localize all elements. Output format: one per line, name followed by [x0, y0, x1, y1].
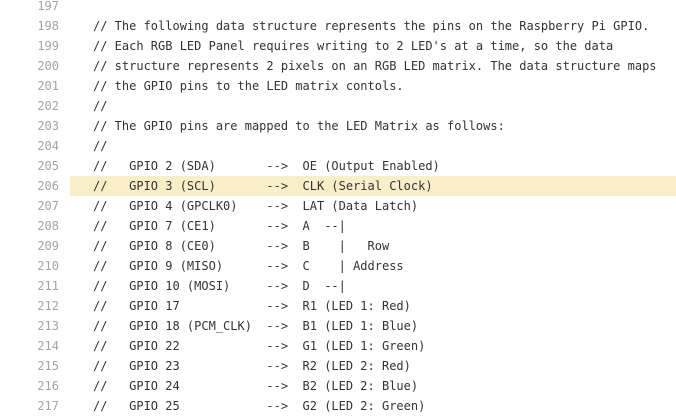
code-line: 204 // — [0, 136, 676, 156]
line-code: // GPIO 17 --> R1 (LED 1: Red) — [93, 299, 411, 313]
code-line: 200 // structure represents 2 pixels on a… — [0, 56, 676, 76]
line-number[interactable]: 202 — [0, 96, 59, 116]
line-code: // The following data structure represen… — [93, 19, 650, 33]
code-line: 202 // — [0, 96, 676, 116]
line-code: // GPIO 7 (CE1) --> A --| — [93, 219, 346, 233]
code-line: 216 // GPIO 24 --> B2 (LED 2: Blue) — [0, 376, 676, 396]
line-number[interactable]: 201 — [0, 76, 59, 96]
code-line: 212 // GPIO 17 --> R1 (LED 1: Red) — [0, 296, 676, 316]
code-line: 210 // GPIO 9 (MISO) --> C | Address — [0, 256, 676, 276]
line-code: // GPIO 8 (CE0) --> B | Row — [93, 239, 390, 253]
line-code: // the GPIO pins to the LED matrix conto… — [93, 79, 404, 93]
line-code: // Each RGB LED Panel requires writing t… — [93, 39, 614, 53]
line-number[interactable]: 216 — [0, 376, 59, 396]
line-number[interactable]: 213 — [0, 316, 59, 336]
line-code: // — [93, 99, 108, 113]
code-line: 201 // the GPIO pins to the LED matrix co… — [0, 76, 676, 96]
code-line: 198 // The following data structure repre… — [0, 16, 676, 36]
line-code: // The GPIO pins are mapped to the LED M… — [93, 119, 505, 133]
line-number[interactable]: 207 — [0, 196, 59, 216]
line-number[interactable]: 204 — [0, 136, 59, 156]
line-number[interactable]: 205 — [0, 156, 59, 176]
line-code: // structure represents 2 pixels on an R… — [93, 59, 657, 73]
line-code: // GPIO 10 (MOSI) --> D --| — [93, 279, 346, 293]
line-number[interactable]: 203 — [0, 116, 59, 136]
line-number[interactable]: 212 — [0, 296, 59, 316]
code-line: 197 — [0, 0, 676, 16]
code-line: 217 // GPIO 25 --> G2 (LED 2: Green) — [0, 396, 676, 416]
line-code: // GPIO 24 --> B2 (LED 2: Blue) — [93, 379, 419, 393]
line-number[interactable]: 197 — [0, 0, 59, 16]
line-number[interactable]: 210 — [0, 256, 59, 276]
line-number[interactable]: 211 — [0, 276, 59, 296]
line-code: // GPIO 4 (GPCLK0) --> LAT (Data Latch) — [93, 199, 419, 213]
line-number[interactable]: 214 — [0, 336, 59, 356]
line-code: // GPIO 22 --> G1 (LED 1: Green) — [93, 339, 426, 353]
code-line: 209 // GPIO 8 (CE0) --> B | Row — [0, 236, 676, 256]
line-code: // GPIO 3 (SCL) --> CLK (Serial Clock) — [93, 179, 433, 193]
code-line: 214 // GPIO 22 --> G1 (LED 1: Green) — [0, 336, 676, 356]
code-view: 197 198 // The following data structure re… — [0, 0, 676, 416]
code-line: 211 // GPIO 10 (MOSI) --> D --| — [0, 276, 676, 296]
line-code: // GPIO 18 (PCM_CLK) --> B1 (LED 1: Blue… — [93, 319, 419, 333]
code-line: 208 // GPIO 7 (CE1) --> A --| — [0, 216, 676, 236]
line-number[interactable]: 208 — [0, 216, 59, 236]
code-line: 199 // Each RGB LED Panel requires writin… — [0, 36, 676, 56]
code-line: 203 // The GPIO pins are mapped to the LE… — [0, 116, 676, 136]
line-code: // GPIO 2 (SDA) --> OE (Output Enabled) — [93, 159, 440, 173]
line-code: // GPIO 9 (MISO) --> C | Address — [93, 259, 404, 273]
line-code: // GPIO 23 --> R2 (LED 2: Red) — [93, 359, 411, 373]
code-line: 205 // GPIO 2 (SDA) --> OE (Output Enable… — [0, 156, 676, 176]
line-number[interactable]: 199 — [0, 36, 59, 56]
line-code: // — [93, 139, 108, 153]
line-number[interactable]: 215 — [0, 356, 59, 376]
code-line: 213 // GPIO 18 (PCM_CLK) --> B1 (LED 1: B… — [0, 316, 676, 336]
line-number[interactable]: 200 — [0, 56, 59, 76]
line-number[interactable]: 198 — [0, 16, 59, 36]
line-number[interactable]: 209 — [0, 236, 59, 256]
line-number[interactable]: 217 — [0, 396, 59, 416]
line-code: // GPIO 25 --> G2 (LED 2: Green) — [93, 399, 426, 413]
code-line: 207 // GPIO 4 (GPCLK0) --> LAT (Data Latc… — [0, 196, 676, 216]
highlighted-code-line: 206// GPIO 3 (SCL) --> CLK (Serial Clock… — [37, 176, 676, 196]
code-line: 215 // GPIO 23 --> R2 (LED 2: Red) — [0, 356, 676, 376]
line-number[interactable]: 206 — [0, 176, 59, 196]
